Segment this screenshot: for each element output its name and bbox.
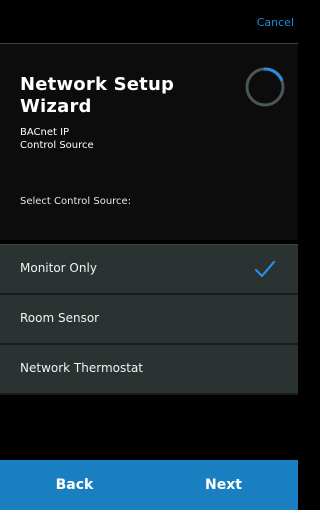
select-prompt: Select Control Source:: [20, 196, 132, 207]
option-room-sensor[interactable]: Room Sensor: [0, 295, 298, 345]
title-line-1: Network Setup: [20, 74, 175, 95]
subtitle-step: Control Source: [20, 140, 94, 151]
subtitle-protocol: BACnet IP: [20, 127, 70, 138]
cancel-button[interactable]: Cancel: [257, 16, 294, 30]
back-button[interactable]: Back: [0, 460, 149, 510]
checkmark-icon: [254, 260, 276, 278]
title-line-2: Wizard: [20, 96, 92, 117]
next-button[interactable]: Next: [149, 460, 298, 510]
network-setup-screen: Cancel Network Setup Wizard BACnet IP Co…: [0, 0, 298, 510]
footer-bar: Back Next: [0, 460, 298, 510]
control-source-options: Monitor Only Room Sensor Network Thermos…: [0, 244, 298, 395]
setup-subtitle: BACnet IP Control Source: [20, 126, 94, 152]
option-label: Network Thermostat: [20, 361, 144, 375]
loading-spinner-icon: [245, 67, 285, 107]
option-network-thermostat[interactable]: Network Thermostat: [0, 345, 298, 395]
option-monitor-only[interactable]: Monitor Only: [0, 244, 298, 295]
option-label: Monitor Only: [20, 261, 97, 275]
option-label: Room Sensor: [20, 311, 100, 325]
top-bar: Cancel: [0, 0, 298, 44]
page-title: Network Setup Wizard: [20, 74, 220, 118]
